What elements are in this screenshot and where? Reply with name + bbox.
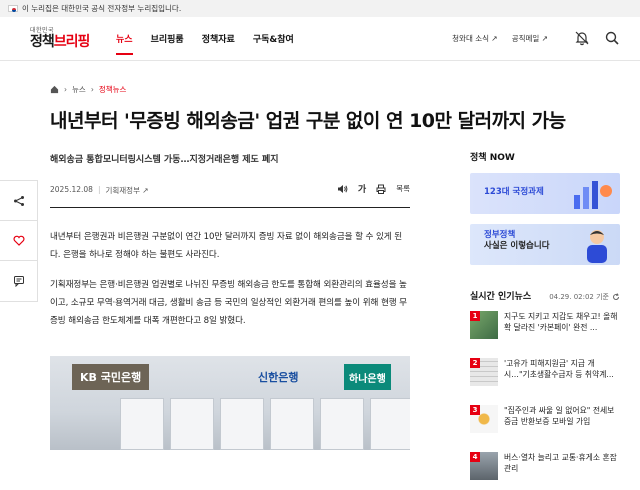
refresh-icon[interactable] [612,293,620,301]
article-ministry-link[interactable]: 기획재정부 ↗ [105,185,148,196]
heart-icon [12,235,25,246]
nav-subscribe[interactable]: 구독&참여 [253,32,294,55]
comment-button[interactable] [0,261,37,301]
list-button[interactable]: 목록 [396,183,410,194]
trending-headline: 지구도 지키고 지갑도 채우고! 올해 확 달라진 '카본페이' 완전 ... [504,312,618,332]
share-icon [13,195,24,206]
main-nav: 뉴스 브리핑룸 정책자료 구독&참여 [116,32,294,55]
share-button[interactable] [0,181,37,221]
logo-subtext: 대한민국 [30,27,55,34]
trending-rank: 2 [470,358,480,368]
photo-sign-kb: KB 국민은행 [72,364,150,390]
trending-rank: 4 [470,452,480,462]
photo-atm [220,398,264,450]
article-paragraph: 기획재정부는 은행·비은행권 업권별로 나뉘진 무증빙 해외송금 한도를 통합해… [50,280,407,326]
photo-atm [370,398,410,450]
speaker-icon[interactable] [337,184,348,194]
photo-sign-shinhan: 신한은행 [258,371,299,384]
article-photo: KB 국민은행 신한은행 하나은행 [50,356,410,450]
site-logo[interactable]: 대한민국 정책브리핑 [30,25,94,50]
logo-text: 정책브리핑 [30,34,94,50]
article-meta: 2025.12.08 | 기획재정부 ↗ 가 목록 [50,182,410,208]
trending-item[interactable]: 3 "집주인과 싸울 일 없어요" 전세보증금 반환보증 모바일 가입 [470,405,620,443]
gov-notice-text: 이 누리집은 대한민국 공식 전자정부 누리집입니다. [22,4,182,13]
search-icon[interactable] [604,30,620,46]
person-illustration-icon [587,230,607,263]
trending-thumbnail: 3 [470,405,498,433]
nav-news[interactable]: 뉴스 [116,32,133,55]
trending-headline: '고유가 피해지원금' 지급 개시…"기초생활수급자 등 취약계... [504,359,614,379]
breadcrumb-policy-news[interactable]: 정책뉴스 [99,84,127,95]
trending-header: 실시간 인기뉴스 04.29. 02:02 기준 [470,289,620,302]
trending-item[interactable]: 2 '고유가 피해지원금' 지급 개시…"기초생활수급자 등 취약계... [470,358,620,396]
photo-atm [120,398,164,450]
nav-briefing-room[interactable]: 브리핑룸 [151,32,184,55]
trending-time-text: 04.29. 02:02 기준 [549,293,609,301]
nav-policy-data[interactable]: 정책자료 [202,32,235,55]
trending-item[interactable]: 4 버스·열차 늘리고 교통·휴게소 혼잡 관리 [470,452,620,490]
photo-sign-hana: 하나은행 [344,364,391,390]
comment-icon [13,276,24,287]
article-paragraph: 내년부터 은행권과 비은행권 구분없이 연간 10만 달러까지 증빙 자료 없이… [50,232,403,260]
trending-thumbnail: 4 [470,452,498,480]
trending-rank: 1 [470,311,480,321]
home-icon[interactable] [50,85,59,94]
article-title: 내년부터 '무증빙 해외송금' 업권 구분 없이 연 10만 달러까지 가능 [50,110,566,132]
font-size-button[interactable]: 가 [358,182,366,195]
site-header: 대한민국 정책브리핑 뉴스 브리핑룸 정책자료 구독&참여 청와대 소식 ↗ 공… [0,17,640,61]
trending-item[interactable]: 1 지구도 지키고 지갑도 채우고! 올해 확 달라진 '카본페이' 완전 ..… [470,311,620,349]
banner-national-tasks[interactable]: 123대 국정과제 [470,173,620,214]
photo-atm [320,398,364,450]
trending-rank: 3 [470,405,480,415]
article-date: 2025.12.08 [50,185,93,194]
meta-separator: | [97,185,101,194]
breadcrumb: › 뉴스 › 정책뉴스 [50,84,126,95]
trending-headline: "집주인과 싸울 일 없어요" 전세보증금 반환보증 모바일 가입 [504,406,615,426]
gov-notice-bar: 이 누리집은 대한민국 공식 전자정부 누리집입니다. [0,0,640,17]
trending-headline: 버스·열차 늘리고 교통·휴게소 혼잡 관리 [504,453,617,473]
banner-national-tasks-label: 123대 국정과제 [484,187,544,197]
link-gov-mail[interactable]: 공직메일 ↗ [512,33,548,44]
photo-atm [270,398,314,450]
trending-thumbnail: 1 [470,311,498,339]
share-sidebar [0,180,38,302]
link-bluehouse-news[interactable]: 청와대 소식 ↗ [452,33,498,44]
right-sidebar: 정책 NOW 123대 국정과제 정부정책 사실은 이렇습니다 실시간 인기뉴스… [470,150,620,490]
logo-text-b: 브리핑 [53,34,91,50]
trending-thumbnail: 2 [470,358,498,386]
logo-text-a: 정책 [30,34,55,50]
trending-time: 04.29. 02:02 기준 [549,292,620,302]
photo-atm [170,398,214,450]
utility-links: 청와대 소식 ↗ 공직메일 ↗ [452,33,548,44]
policy-now-title: 정책 NOW [470,153,515,163]
like-button[interactable] [0,221,37,261]
article-subtitle: 해외송금 통합모니터링시스템 가동…지정거래은행 제도 폐지 [50,155,279,165]
trending-title: 실시간 인기뉴스 [470,292,532,302]
chart-illustration-icon [574,181,612,209]
article-tools: 가 목록 [337,182,410,195]
banner-fact-check[interactable]: 정부정책 사실은 이렇습니다 [470,224,620,265]
chevron-right-icon: › [64,85,67,94]
print-icon[interactable] [376,184,386,194]
breadcrumb-news[interactable]: 뉴스 [72,84,86,95]
notification-off-icon[interactable] [574,30,590,46]
korean-flag-icon [8,5,18,12]
chevron-right-icon: › [90,85,94,94]
